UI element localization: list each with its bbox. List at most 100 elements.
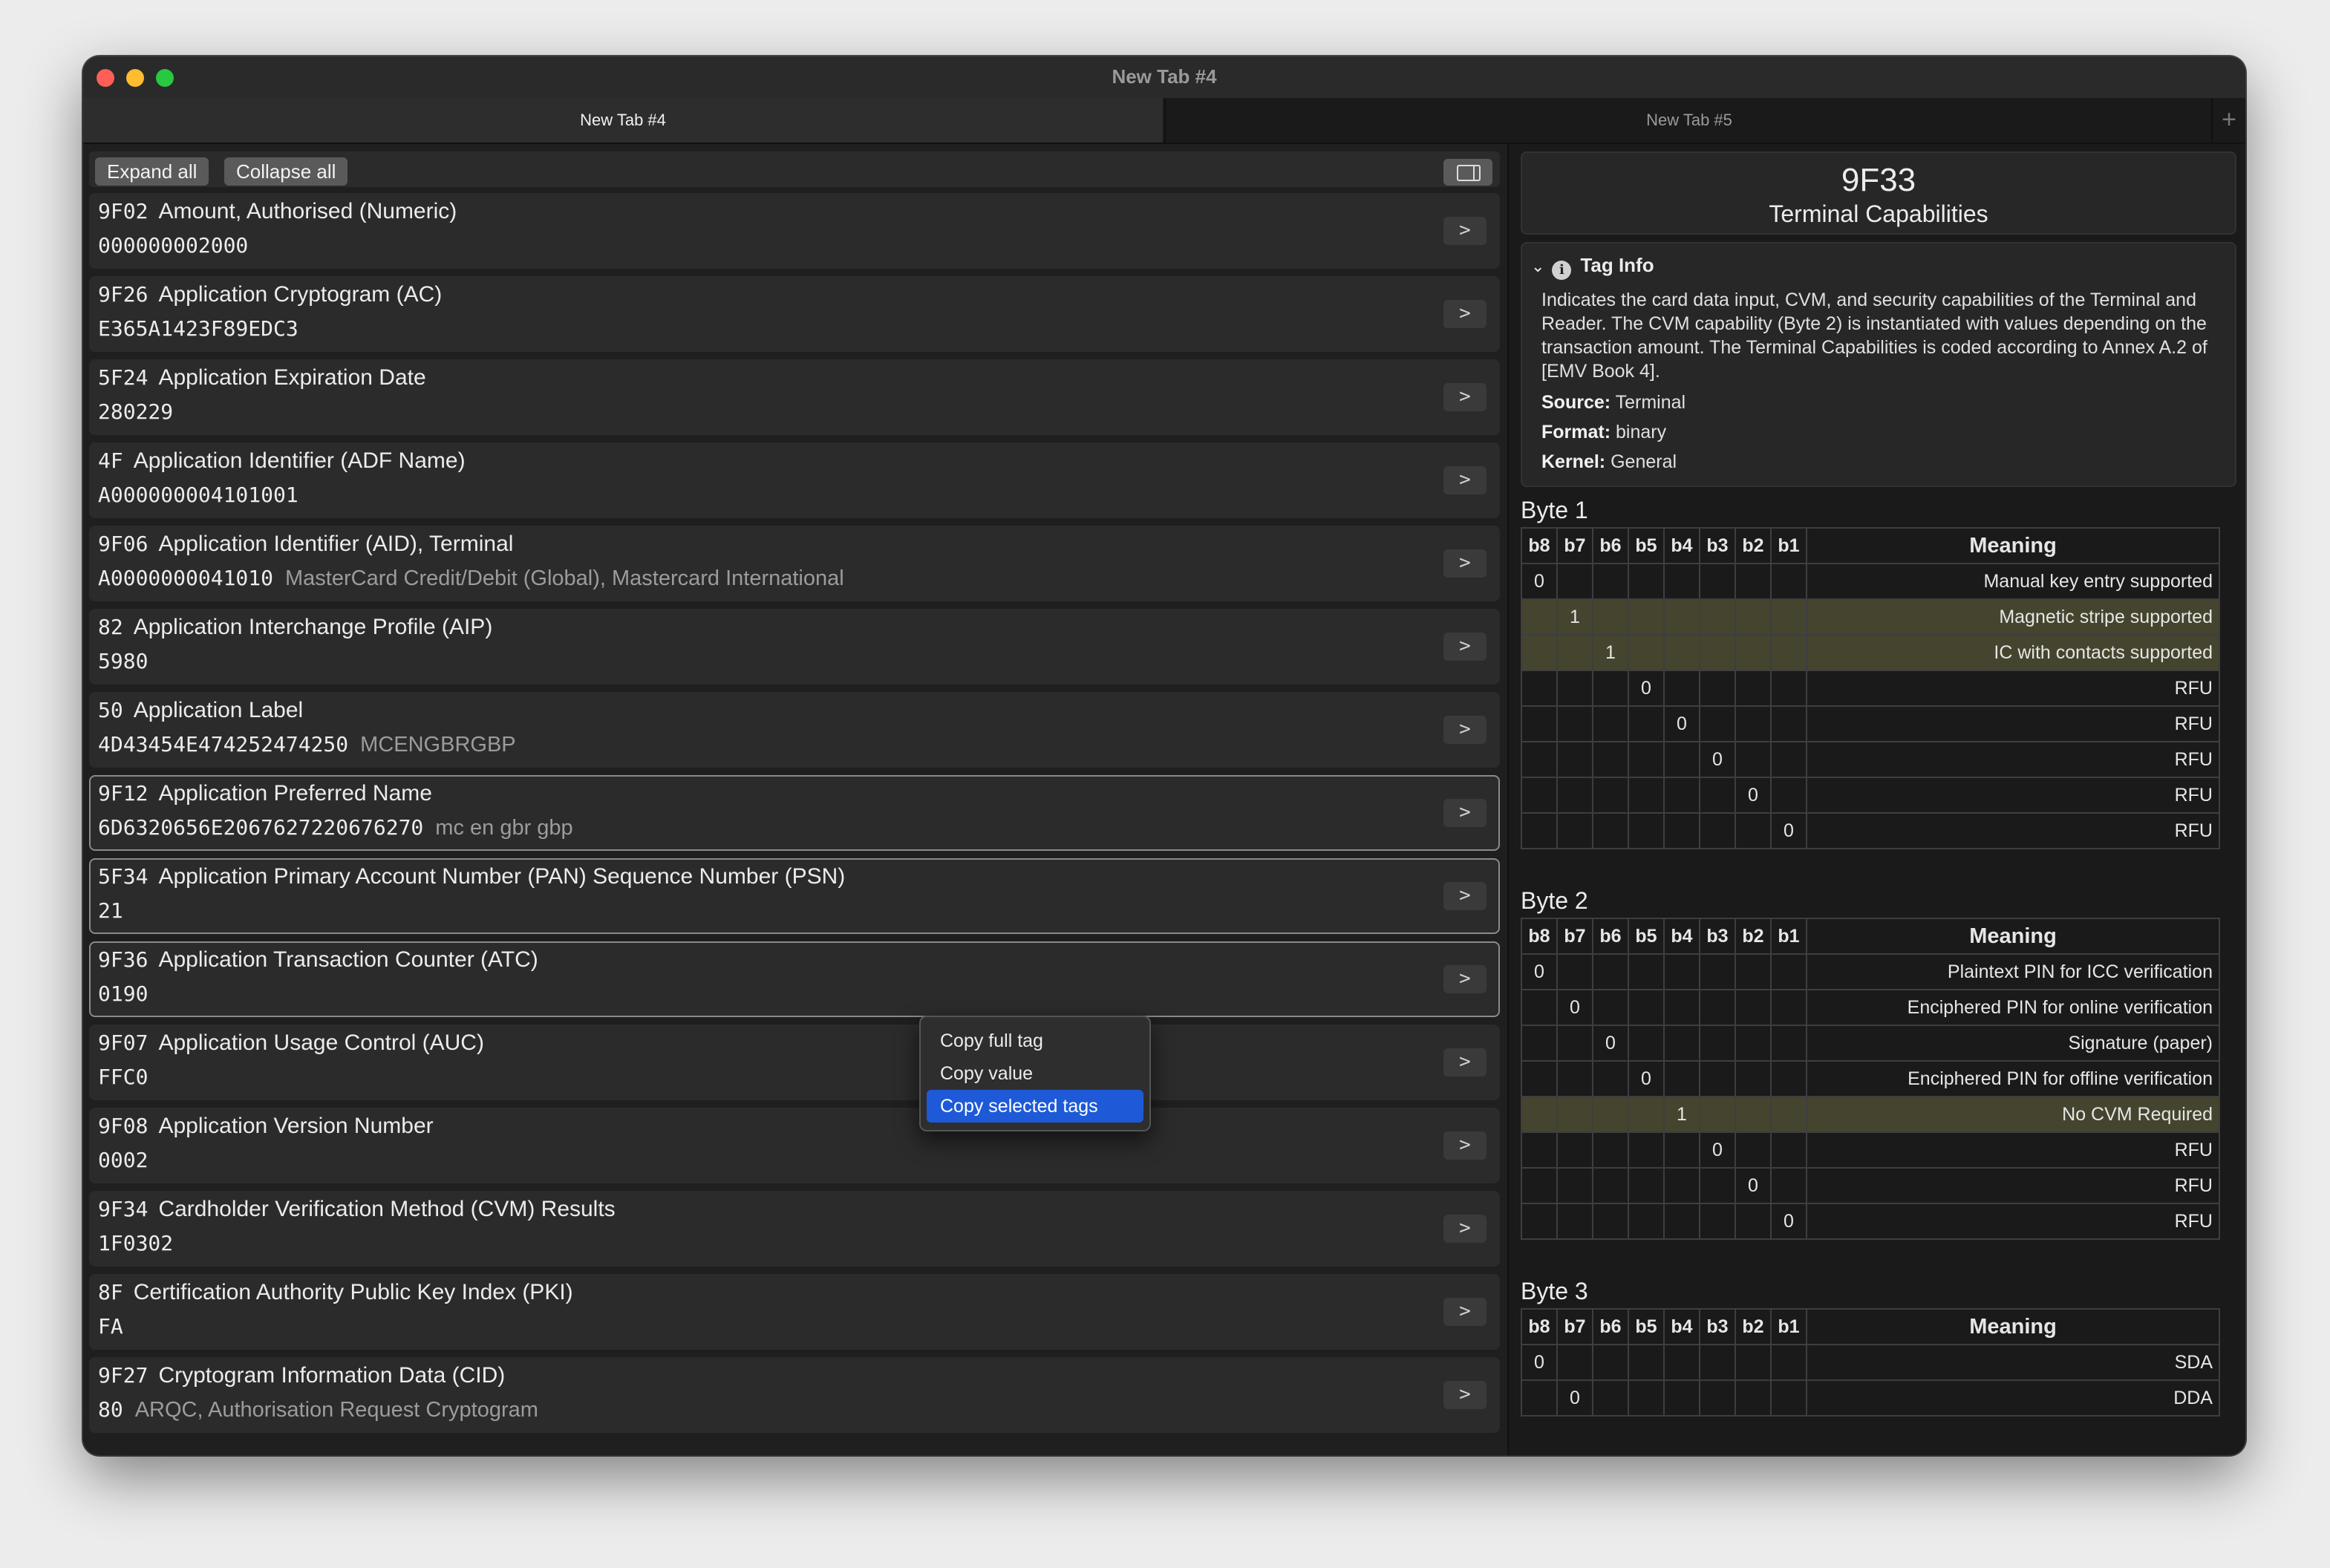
bit-empty	[1770, 1344, 1807, 1381]
bit-header: b6	[1592, 527, 1629, 564]
bit-row: 0 RFU	[1521, 812, 2220, 849]
bit-empty	[1770, 705, 1807, 742]
bit-empty	[1735, 1379, 1772, 1417]
expand-row-button[interactable]: >	[1443, 1298, 1487, 1326]
expand-row-button[interactable]: >	[1443, 549, 1487, 578]
bit-header: b8	[1521, 1308, 1558, 1345]
tag-row[interactable]: 50 Application Label 4D43454E474252474250 M…	[89, 692, 1500, 768]
tag-title: 9F27 Cryptogram Information Data (CID)	[98, 1363, 505, 1388]
bit-header: b5	[1628, 918, 1665, 955]
tag-row[interactable]: 9F27 Cryptogram Information Data (CID) 80 A…	[89, 1357, 1500, 1433]
tag-value-line: 80 ARQC, Authorisation Request Cryptogram	[98, 1397, 538, 1422]
expand-row-button[interactable]: >	[1443, 1215, 1487, 1243]
expand-row-button[interactable]: >	[1443, 383, 1487, 411]
bit-empty	[1628, 1167, 1665, 1204]
tab-new-tab-5[interactable]: New Tab #5	[1164, 98, 2213, 143]
tag-value: 5980	[98, 649, 149, 673]
bit-empty	[1770, 1379, 1807, 1417]
tag-value-line: 0190	[98, 981, 148, 1006]
tag-row[interactable]: 9F34 Cardholder Verification Method (CVM)…	[89, 1191, 1500, 1267]
bit-empty	[1770, 989, 1807, 1026]
collapse-all-button[interactable]: Collapse all	[224, 157, 348, 186]
tag-row[interactable]: 9F08 Application Version Number 0002 >	[89, 1108, 1500, 1183]
tag-name: Application Version Number	[158, 1114, 434, 1138]
bit-header: b4	[1663, 527, 1700, 564]
expand-all-button[interactable]: Expand all	[95, 157, 209, 186]
bit-value: 1	[1556, 598, 1593, 636]
bit-empty	[1592, 598, 1629, 636]
tag-id: 9F08	[98, 1114, 149, 1138]
tag-name: Application Expiration Date	[158, 365, 426, 390]
sidebar-toggle-button[interactable]	[1443, 159, 1492, 186]
tag-row[interactable]: 9F02 Amount, Authorised (Numeric) 00000000…	[89, 193, 1500, 269]
bit-row: 0 SDA	[1521, 1344, 2220, 1381]
new-tab-button[interactable]: +	[2211, 98, 2245, 143]
bit-row: 1 No CVM Required	[1521, 1096, 2220, 1133]
expand-row-button[interactable]: >	[1443, 300, 1487, 328]
expand-row-button[interactable]: >	[1443, 1381, 1487, 1409]
expand-row-button[interactable]: >	[1443, 466, 1487, 494]
bit-empty	[1556, 953, 1593, 990]
tag-value: 1F0302	[98, 1231, 174, 1255]
tag-value-description: ARQC, Authorisation Request Cryptogram	[134, 1398, 538, 1422]
bit-meaning: IC with contacts supported	[1806, 634, 2220, 671]
bit-empty	[1699, 1025, 1736, 1062]
expand-row-button[interactable]: >	[1443, 217, 1487, 245]
expand-row-button[interactable]: >	[1443, 1048, 1487, 1077]
tag-row[interactable]: 9F26 Application Cryptogram (AC) E365A1423…	[89, 276, 1500, 352]
tag-row[interactable]: 9F06 Application Identifier (AID), Termin…	[89, 526, 1500, 601]
tag-name: Cardholder Verification Method (CVM) Res…	[158, 1197, 616, 1221]
bit-value: 0	[1521, 953, 1558, 990]
tag-value: 280229	[98, 399, 174, 424]
bit-value: 0	[1521, 563, 1558, 600]
context-menu-item[interactable]: Copy selected tags	[927, 1090, 1143, 1123]
bit-header: b8	[1521, 918, 1558, 955]
bit-empty	[1735, 1025, 1772, 1062]
expand-row-button[interactable]: >	[1443, 799, 1487, 827]
context-menu-item[interactable]: Copy value	[927, 1057, 1143, 1090]
bit-empty	[1592, 989, 1629, 1026]
tag-name: Application Preferred Name	[158, 781, 432, 806]
tag-name: Application Identifier (AID), Terminal	[158, 532, 514, 556]
tag-info-toggle[interactable]: ⌄ i Tag Info	[1531, 254, 1654, 280]
expand-row-button[interactable]: >	[1443, 633, 1487, 661]
bit-empty	[1663, 670, 1700, 707]
tag-row[interactable]: 5F24 Application Expiration Date 280229 >	[89, 359, 1500, 435]
tag-row[interactable]: 9F12 Application Preferred Name 6D6320656E…	[89, 775, 1500, 851]
bit-empty	[1556, 1096, 1593, 1133]
tag-value-line: A000000004101001	[98, 483, 298, 507]
tag-row[interactable]: 4F Application Identifier (ADF Name) A0000…	[89, 442, 1500, 518]
bit-empty	[1521, 705, 1558, 742]
expand-row-button[interactable]: >	[1443, 882, 1487, 910]
tag-row[interactable]: 8F Certification Authority Public Key Ind…	[89, 1274, 1500, 1350]
expand-row-button[interactable]: >	[1443, 1131, 1487, 1160]
tag-name: Application Primary Account Number (PAN)…	[158, 864, 846, 889]
bit-empty	[1735, 812, 1772, 849]
bit-empty	[1521, 741, 1558, 778]
bit-empty	[1556, 1131, 1593, 1169]
expand-row-button[interactable]: >	[1443, 965, 1487, 993]
tag-name: Application Interchange Profile (AIP)	[133, 615, 493, 639]
bit-meaning: RFU	[1806, 1131, 2220, 1169]
bit-empty	[1663, 777, 1700, 814]
bit-empty	[1521, 1096, 1558, 1133]
bit-empty	[1628, 705, 1665, 742]
tag-row[interactable]: 5F34 Application Primary Account Number (…	[89, 858, 1500, 934]
context-menu: Copy full tag Copy value Copy selected tag…	[919, 1016, 1151, 1131]
bit-empty	[1699, 705, 1736, 742]
tag-row[interactable]: 82 Application Interchange Profile (AIP) 5…	[89, 609, 1500, 685]
tab-new-tab-4[interactable]: New Tab #4	[83, 98, 1163, 143]
bit-header: b2	[1735, 527, 1772, 564]
context-menu-item[interactable]: Copy full tag	[927, 1025, 1143, 1057]
bit-empty	[1770, 563, 1807, 600]
tag-row[interactable]: 9F07 Application Usage Control (AUC) FFC0 >	[89, 1025, 1500, 1100]
tag-value-line: 21	[98, 898, 123, 923]
tag-row[interactable]: 9F36 Application Transaction Counter (ATC…	[89, 941, 1500, 1017]
bit-empty	[1556, 1203, 1593, 1240]
tag-id: 50	[98, 698, 123, 722]
tag-id: 5F34	[98, 864, 149, 889]
bit-empty	[1699, 812, 1736, 849]
bit-empty	[1556, 1344, 1593, 1381]
expand-row-button[interactable]: >	[1443, 716, 1487, 744]
bit-value: 0	[1699, 1131, 1736, 1169]
